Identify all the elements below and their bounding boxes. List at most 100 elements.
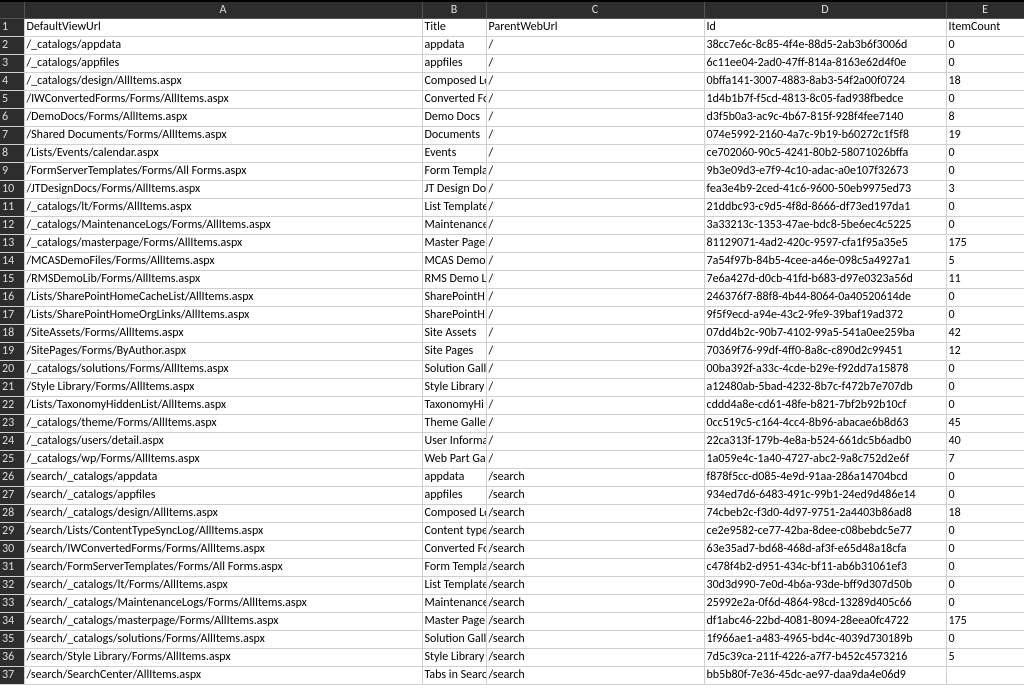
cell[interactable]: / <box>486 234 704 252</box>
cell[interactable]: /FormServerTemplates/Forms/All Forms.asp… <box>24 162 422 180</box>
cell[interactable]: /search <box>486 504 704 522</box>
cell[interactable]: 0 <box>946 198 1024 216</box>
cell[interactable]: Maintenance <box>422 216 486 234</box>
cell[interactable]: List Template <box>422 576 486 594</box>
cell[interactable]: /search/_catalogs/solutions/Forms/AllIte… <box>24 630 422 648</box>
cell[interactable] <box>946 666 1024 684</box>
row-header[interactable]: 17 <box>0 306 24 324</box>
cell[interactable]: 0 <box>946 288 1024 306</box>
cell[interactable]: /JTDesignDocs/Forms/AllItems.aspx <box>24 180 422 198</box>
cell[interactable]: 3 <box>946 180 1024 198</box>
select-all-corner[interactable] <box>0 2 24 18</box>
cell[interactable]: 9b3e09d3-e7f9-4c10-adac-a0e107f32673 <box>704 162 946 180</box>
cell[interactable]: c478f4b2-d951-434c-bf11-ab6b31061ef3 <box>704 558 946 576</box>
row-header[interactable]: 30 <box>0 540 24 558</box>
cell[interactable]: /_catalogs/masterpage/Forms/AllItems.asp… <box>24 234 422 252</box>
cell[interactable]: /Lists/SharePointHomeCacheList/AllItems.… <box>24 288 422 306</box>
cell[interactable]: / <box>486 126 704 144</box>
cell[interactable]: Theme Galle <box>422 414 486 432</box>
cell[interactable]: RMS Demo L <box>422 270 486 288</box>
cell[interactable]: 0bffa141-3007-4883-8ab3-54f2a00f0724 <box>704 72 946 90</box>
cell[interactable]: 00ba392f-a33c-4cde-b29e-f92dd7a15878 <box>704 360 946 378</box>
row-header[interactable]: 32 <box>0 576 24 594</box>
cell[interactable]: /search/_catalogs/masterpage/Forms/AllIt… <box>24 612 422 630</box>
row-header[interactable]: 7 <box>0 126 24 144</box>
cell[interactable]: 1a059e4c-1a40-4727-abc2-9a8c752d2e6f <box>704 450 946 468</box>
cell[interactable]: 81129071-4ad2-420c-9597-cfa1f95a35e5 <box>704 234 946 252</box>
cell[interactable]: SharePointH <box>422 288 486 306</box>
cell[interactable]: / <box>486 450 704 468</box>
row-header[interactable]: 27 <box>0 486 24 504</box>
cell[interactable]: /search/_catalogs/lt/Forms/AllItems.aspx <box>24 576 422 594</box>
cell[interactable]: 7d5c39ca-211f-4226-a7f7-b452c4573216 <box>704 648 946 666</box>
cell[interactable]: TaxonomyHi <box>422 396 486 414</box>
cell[interactable]: 0 <box>946 468 1024 486</box>
cell[interactable]: 246376f7-88f8-4b44-8064-0a40520614de <box>704 288 946 306</box>
cell[interactable]: Style Library <box>422 378 486 396</box>
cell[interactable]: /_catalogs/design/AllItems.aspx <box>24 72 422 90</box>
cell[interactable]: Composed Lo <box>422 72 486 90</box>
cell[interactable]: Maintenance <box>422 594 486 612</box>
row-header[interactable]: 31 <box>0 558 24 576</box>
cell[interactable]: 63e35ad7-bd68-468d-af3f-e65d48a18cfa <box>704 540 946 558</box>
cell[interactable]: 5 <box>946 252 1024 270</box>
row-header[interactable]: 3 <box>0 54 24 72</box>
cell[interactable]: fea3e4b9-2ced-41c6-9600-50eb9975ed73 <box>704 180 946 198</box>
row-header[interactable]: 14 <box>0 252 24 270</box>
cell[interactable]: / <box>486 162 704 180</box>
row-header[interactable]: 21 <box>0 378 24 396</box>
cell[interactable]: /SiteAssets/Forms/AllItems.aspx <box>24 324 422 342</box>
row-header[interactable]: 8 <box>0 144 24 162</box>
cell[interactable]: / <box>486 324 704 342</box>
cell[interactable]: Id <box>704 18 946 36</box>
row-header[interactable]: 1 <box>0 18 24 36</box>
cell[interactable]: ce2e9582-ce77-42ba-8dee-c08bebdc5e77 <box>704 522 946 540</box>
cell[interactable]: 0 <box>946 90 1024 108</box>
cell[interactable]: 21ddbc93-c9d5-4f8d-8666-df73ed197da1 <box>704 198 946 216</box>
cell[interactable]: 11 <box>946 270 1024 288</box>
row-header[interactable]: 36 <box>0 648 24 666</box>
row-header[interactable]: 12 <box>0 216 24 234</box>
cell[interactable]: Solution Gall <box>422 360 486 378</box>
cell[interactable]: 74cbeb2c-f3d0-4d97-9751-2a4403b86ad8 <box>704 504 946 522</box>
cell[interactable]: 70369f76-99df-4ff0-8a8c-c890d2c99451 <box>704 342 946 360</box>
row-header[interactable]: 20 <box>0 360 24 378</box>
cell[interactable]: /search/_catalogs/appdata <box>24 468 422 486</box>
row-header[interactable]: 35 <box>0 630 24 648</box>
cell[interactable]: 0 <box>946 36 1024 54</box>
cell[interactable]: / <box>486 378 704 396</box>
cell[interactable]: /RMSDemoLib/Forms/AllItems.aspx <box>24 270 422 288</box>
cell[interactable]: 0 <box>946 54 1024 72</box>
cell[interactable]: 18 <box>946 72 1024 90</box>
row-header[interactable]: 28 <box>0 504 24 522</box>
row-header[interactable]: 23 <box>0 414 24 432</box>
cell[interactable]: List Template <box>422 198 486 216</box>
cell[interactable]: 1f966ae1-a483-4965-bd4c-4039d730189b <box>704 630 946 648</box>
row-header[interactable]: 22 <box>0 396 24 414</box>
row-header[interactable]: 16 <box>0 288 24 306</box>
cell[interactable]: /_catalogs/appfiles <box>24 54 422 72</box>
col-header-D[interactable]: D <box>704 2 946 18</box>
cell[interactable]: appdata <box>422 36 486 54</box>
row-header[interactable]: 2 <box>0 36 24 54</box>
cell[interactable]: Tabs in Searc <box>422 666 486 684</box>
cell[interactable]: / <box>486 414 704 432</box>
cell[interactable]: /_catalogs/appdata <box>24 36 422 54</box>
cell[interactable]: 0 <box>946 396 1024 414</box>
cell[interactable]: Master Page <box>422 234 486 252</box>
cell[interactable]: /IWConvertedForms/Forms/AllItems.aspx <box>24 90 422 108</box>
cell[interactable]: 0 <box>946 576 1024 594</box>
cell[interactable]: DefaultViewUrl <box>24 18 422 36</box>
cell[interactable]: ParentWebUrl <box>486 18 704 36</box>
cell[interactable]: / <box>486 180 704 198</box>
cell[interactable]: / <box>486 342 704 360</box>
cell[interactable]: / <box>486 396 704 414</box>
cell[interactable]: 07dd4b2c-90b7-4102-99a5-541a0ee259ba <box>704 324 946 342</box>
cell[interactable]: 0 <box>946 144 1024 162</box>
cell[interactable]: /search/Lists/ContentTypeSyncLog/AllItem… <box>24 522 422 540</box>
cell[interactable]: 175 <box>946 234 1024 252</box>
cell[interactable]: /search <box>486 540 704 558</box>
cell[interactable]: /search <box>486 486 704 504</box>
row-header[interactable]: 11 <box>0 198 24 216</box>
cell[interactable]: 074e5992-2160-4a7c-9b19-b60272c1f5f8 <box>704 126 946 144</box>
